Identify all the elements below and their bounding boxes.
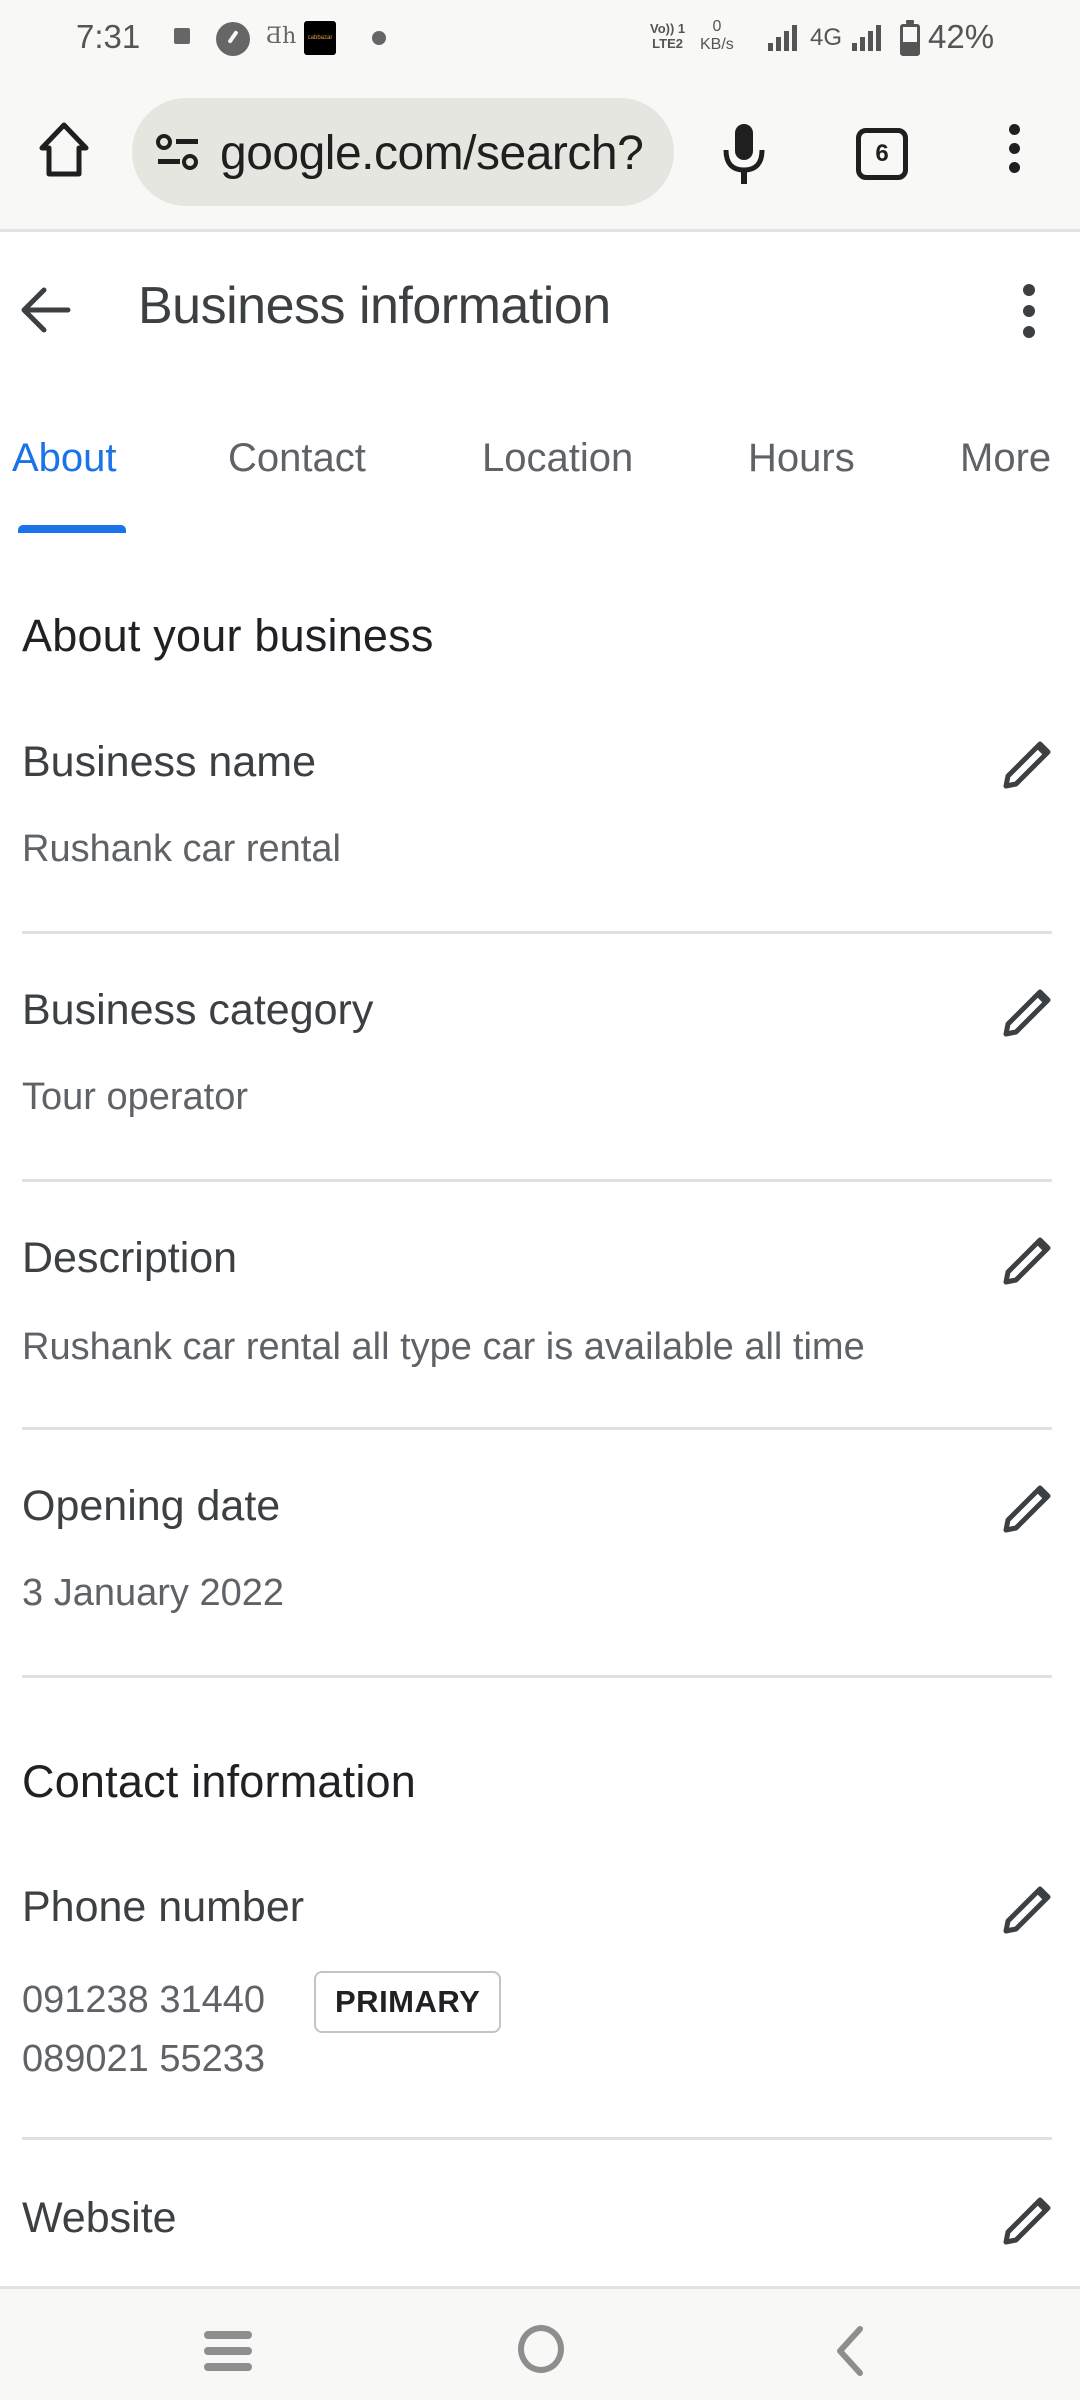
business-name-field: Business name Rushank car rental bbox=[22, 738, 1052, 870]
edit-business-name-button[interactable] bbox=[1002, 740, 1052, 790]
tab-switcher-button[interactable]: 6 bbox=[856, 128, 908, 180]
signal-sim1-icon bbox=[768, 25, 798, 51]
field-label: Opening date bbox=[22, 1482, 281, 1530]
field-label: Website bbox=[22, 2194, 177, 2242]
signal-sim2-icon bbox=[852, 25, 882, 51]
field-value: Rushank car rental bbox=[22, 828, 341, 870]
home-button[interactable] bbox=[36, 120, 92, 180]
divider bbox=[22, 2137, 1052, 2140]
system-back-button[interactable] bbox=[830, 2323, 870, 2379]
cabbazar-app-icon: cabbazar bbox=[304, 21, 336, 55]
page-title: Business information bbox=[138, 277, 611, 335]
divider bbox=[22, 1179, 1052, 1182]
field-label: Description bbox=[22, 1234, 238, 1282]
pencil-icon bbox=[1003, 741, 1051, 789]
home-icon bbox=[39, 122, 89, 177]
field-label: Business name bbox=[22, 738, 316, 786]
active-tab-indicator bbox=[18, 525, 126, 533]
edit-opening-date-button[interactable] bbox=[1002, 1484, 1052, 1534]
volte-bottom-label: LTE2 bbox=[652, 36, 683, 51]
status-time: 7:31 bbox=[76, 18, 141, 55]
phone-number-field: Phone number 091238 31440 PRIMARY 089021… bbox=[22, 1883, 1052, 2083]
pencil-icon bbox=[1003, 989, 1051, 1037]
system-home-button[interactable] bbox=[518, 2325, 564, 2373]
field-label: Business category bbox=[22, 986, 374, 1034]
tab-contact[interactable]: Contact bbox=[228, 436, 366, 481]
website-field: Website bbox=[22, 2194, 1052, 2264]
field-value: Rushank car rental all type car is avail… bbox=[22, 1326, 865, 1368]
contact-section-heading: Contact information bbox=[22, 1756, 416, 1807]
site-settings-icon[interactable] bbox=[156, 134, 202, 170]
pencil-icon bbox=[1003, 2197, 1051, 2245]
field-value: 3 January 2022 bbox=[22, 1572, 284, 1614]
battery-fill bbox=[903, 42, 917, 53]
network-speed: 0 KB/s bbox=[700, 18, 734, 54]
tab-location[interactable]: Location bbox=[482, 436, 633, 481]
arrow-back-icon bbox=[21, 287, 71, 333]
more-notifications-dot-icon bbox=[372, 31, 386, 45]
volte-top-label: Vo)) 1 bbox=[650, 21, 686, 36]
volte-icon: Vo)) 1 LTE2 bbox=[650, 21, 685, 51]
system-navigation-bar bbox=[0, 2286, 1080, 2400]
field-value: Tour operator bbox=[22, 1076, 249, 1118]
network-type: 4G bbox=[810, 24, 843, 51]
battery-icon bbox=[900, 20, 920, 56]
pencil-icon bbox=[1003, 1237, 1051, 1285]
address-bar[interactable]: google.com/search? bbox=[132, 98, 674, 206]
field-label: Phone number bbox=[22, 1883, 305, 1931]
browser-menu-button[interactable] bbox=[998, 124, 1030, 180]
edit-phone-number-button[interactable] bbox=[1002, 1885, 1052, 1935]
pencil-icon bbox=[1003, 1886, 1051, 1934]
description-field: Description Rushank car rental all type … bbox=[22, 1234, 1052, 1368]
disney-hotstar-notification-icon: Ƌh bbox=[266, 24, 297, 49]
browser-toolbar: google.com/search? 6 bbox=[0, 78, 1080, 232]
chevron-left-icon bbox=[837, 2326, 863, 2376]
voice-search-button[interactable] bbox=[718, 122, 770, 186]
divider bbox=[22, 1427, 1052, 1430]
tab-more[interactable]: More bbox=[960, 436, 1051, 481]
edit-description-button[interactable] bbox=[1002, 1236, 1052, 1286]
status-bar: 7:31 Ƌh cabbazar Vo)) 1 LTE2 0 KB/s 4G 4… bbox=[0, 0, 1080, 78]
business-category-field: Business category Tour operator bbox=[22, 986, 1052, 1118]
pencil-icon bbox=[1003, 1485, 1051, 1533]
network-speed-unit: KB/s bbox=[700, 36, 734, 53]
speedometer-notification-icon bbox=[216, 22, 250, 56]
primary-phone-number: 091238 31440 bbox=[22, 1979, 266, 2021]
divider bbox=[22, 931, 1052, 934]
url-text[interactable]: google.com/search? bbox=[220, 126, 644, 181]
edit-business-category-button[interactable] bbox=[1002, 988, 1052, 1038]
about-section-heading: About your business bbox=[22, 610, 434, 661]
edit-website-button[interactable] bbox=[1002, 2196, 1052, 2246]
recent-apps-button[interactable] bbox=[204, 2331, 254, 2375]
microphone-icon bbox=[723, 124, 765, 184]
network-speed-value: 0 bbox=[712, 18, 722, 35]
primary-badge: PRIMARY bbox=[314, 1971, 502, 2033]
divider bbox=[22, 1675, 1052, 1678]
more-options-button[interactable] bbox=[1014, 284, 1044, 344]
opening-date-field: Opening date 3 January 2022 bbox=[22, 1482, 1052, 1614]
battery-percent: 42% bbox=[928, 18, 995, 55]
app-header: Business information bbox=[0, 232, 1080, 392]
video-app-notification-icon bbox=[174, 28, 190, 44]
tab-hours[interactable]: Hours bbox=[748, 436, 855, 481]
secondary-phone-number: 089021 55233 bbox=[22, 2038, 266, 2080]
back-button[interactable] bbox=[18, 282, 74, 338]
tab-about[interactable]: About bbox=[12, 436, 117, 481]
tab-strip: About Contact Location Hours More bbox=[0, 420, 1080, 535]
